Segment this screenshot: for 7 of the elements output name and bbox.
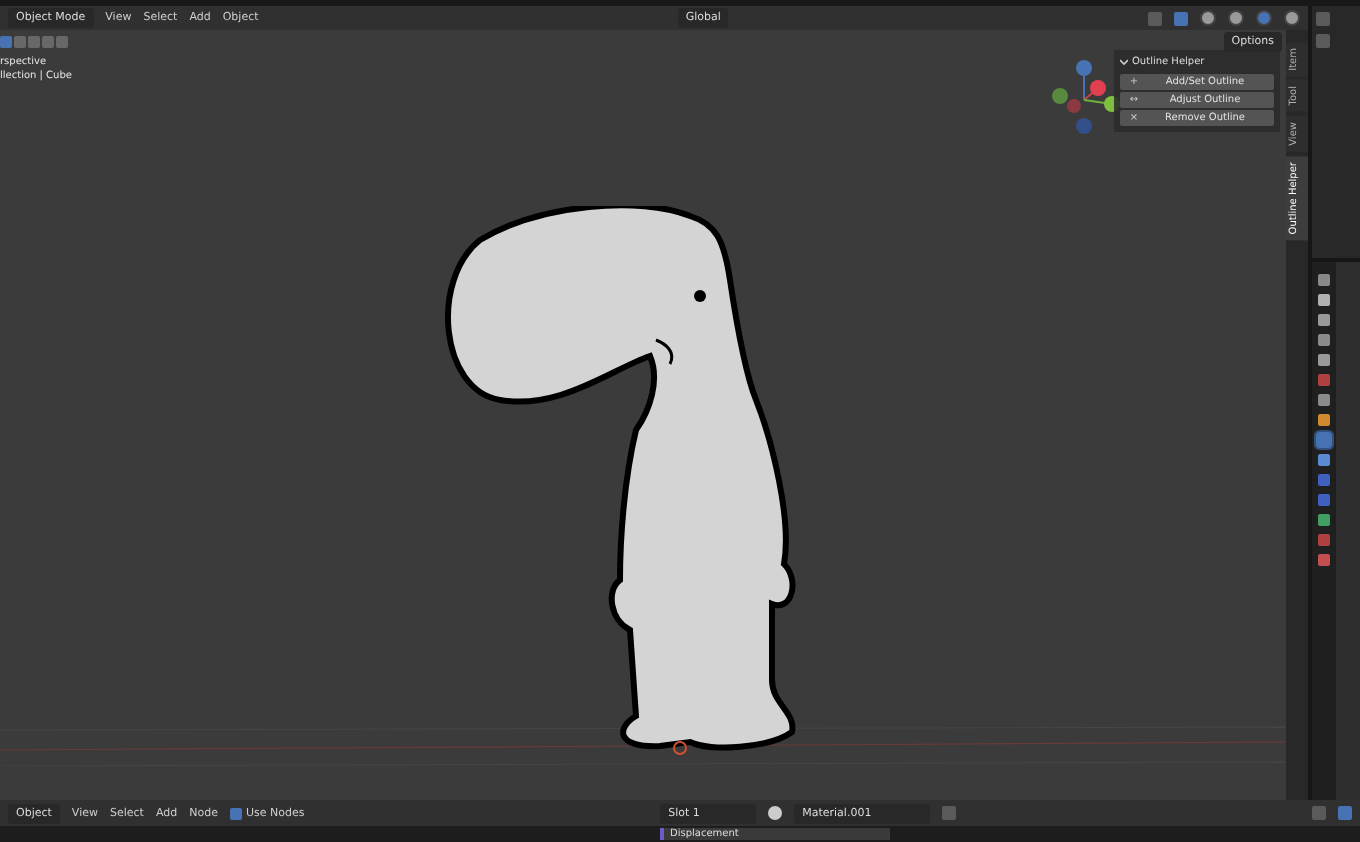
shading-mode-button[interactable]: [1200, 10, 1216, 26]
use-nodes-checkbox[interactable]: [229, 807, 242, 819]
shading-mode-button[interactable]: [1228, 10, 1244, 26]
material-sphere-icon[interactable]: [768, 806, 783, 820]
shading-mode-button[interactable]: [1284, 10, 1300, 26]
chevron-icon[interactable]: [1120, 58, 1128, 66]
shading-mode-button[interactable]: [1256, 10, 1272, 26]
